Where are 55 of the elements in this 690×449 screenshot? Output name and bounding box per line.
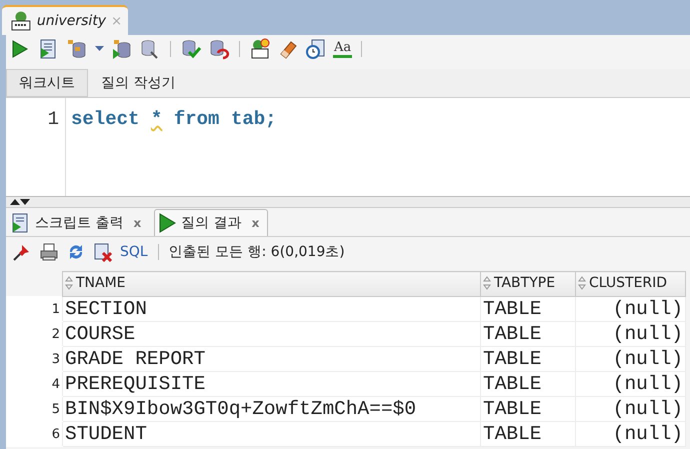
table-cell: SECTION [62, 296, 480, 322]
change-case-button[interactable]: Aa [333, 40, 352, 58]
row-number: 2 [6, 322, 62, 346]
sort-icon[interactable] [65, 276, 73, 290]
code-token: from [174, 108, 220, 130]
table-cell: COURSE [62, 322, 480, 346]
table-cell: (null) [576, 396, 686, 422]
table-cell: (null) [576, 422, 686, 446]
row-number: 3 [6, 346, 62, 372]
table-cell: TABLE [480, 296, 576, 322]
warning-token: * [150, 108, 162, 130]
result-tab[interactable]: 스크립트 출력 x [8, 209, 150, 236]
collapse-arrows-icon[interactable] [10, 198, 30, 206]
table-cell: (null) [576, 322, 686, 346]
database-tree-icon[interactable] [66, 38, 88, 60]
close-icon[interactable]: x [133, 216, 142, 230]
editor-tab[interactable]: 질의 작성기 [88, 69, 188, 97]
table-cell: TABLE [480, 346, 576, 372]
code-token: select [71, 108, 140, 130]
row-number: 4 [6, 372, 62, 396]
code-token: tab; [230, 108, 277, 130]
database-tree-run-icon[interactable] [111, 38, 133, 60]
table-cell: (null) [576, 372, 686, 396]
table-cell: TABLE [480, 372, 576, 396]
table-cell: STUDENT [62, 422, 480, 446]
print-icon[interactable] [39, 242, 59, 262]
database-undo-icon[interactable] [208, 38, 230, 60]
fetch-status: 인출된 모든 행: 6(0,019초) [168, 243, 345, 261]
table-cell: PREREQUISITE [62, 372, 480, 396]
document-clock-icon[interactable] [305, 38, 327, 60]
pin-icon[interactable] [12, 242, 32, 262]
table-cell: BIN$X9Ibow3GT0q+ZowftZmChA==$0 [62, 396, 480, 422]
table-cell: TABLE [480, 322, 576, 346]
table-cell: (null) [576, 346, 686, 372]
close-icon[interactable]: x [252, 216, 260, 230]
table-cell: (null) [576, 296, 686, 322]
column-header[interactable]: TNAME [65, 274, 126, 290]
sort-icon[interactable] [578, 276, 586, 290]
row-number: 5 [6, 396, 62, 422]
sort-icon[interactable] [483, 276, 491, 290]
editor-tab[interactable]: 워크시트 [6, 69, 88, 97]
tab-title: university [36, 13, 106, 29]
document-tab[interactable]: university × [2, 5, 128, 35]
clear-results-icon[interactable] [93, 242, 113, 262]
table-cell: GRADE REPORT [62, 346, 480, 372]
row-number: 6 [6, 422, 62, 446]
sql-file-icon[interactable] [10, 10, 32, 32]
run-icon[interactable] [157, 212, 178, 234]
result-tab[interactable]: 질의 결과 x [154, 209, 268, 236]
table-cell: TABLE [480, 422, 576, 446]
sql-link[interactable]: SQL [120, 244, 148, 260]
database-check-icon[interactable] [180, 38, 202, 60]
row-number: 1 [6, 296, 62, 322]
sql-file-add-icon[interactable] [249, 38, 271, 60]
table-cell: TABLE [480, 396, 576, 422]
